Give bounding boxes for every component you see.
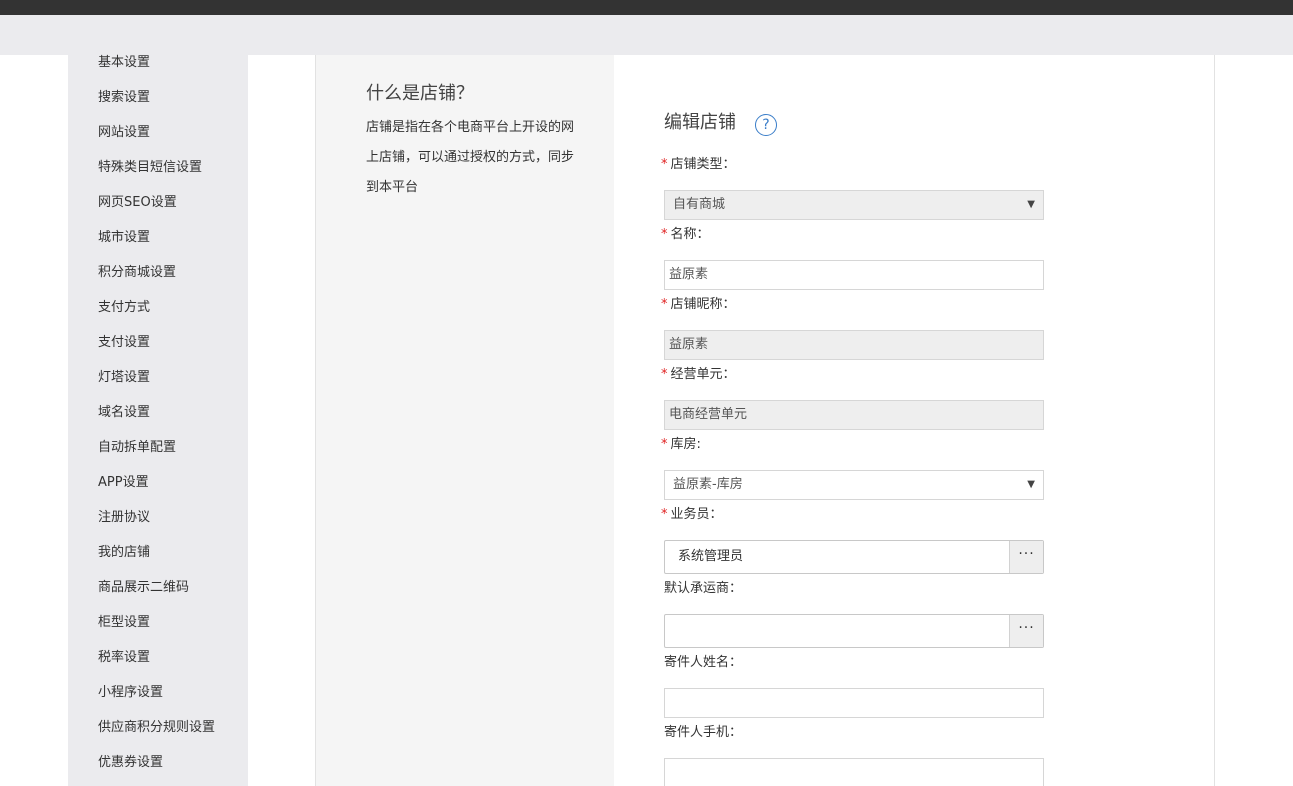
sidebar-item-city-settings[interactable]: 城市设置 [98, 228, 150, 248]
sidebar-item-seo-settings[interactable]: 网页SEO设置 [98, 193, 177, 213]
carrier-more-button[interactable]: ··· [1009, 615, 1043, 647]
sidebar-item-domain-settings[interactable]: 域名设置 [98, 403, 150, 423]
caret-down-icon: ▼ [1027, 479, 1035, 490]
top-navigation-bar [0, 0, 1293, 15]
required-mark: * [661, 507, 668, 522]
required-mark: * [661, 437, 668, 452]
sub-header-bar [0, 15, 1293, 55]
sidebar-item-mini-program[interactable]: 小程序设置 [98, 683, 163, 703]
sidebar-item-auto-split-order[interactable]: 自动拆单配置 [98, 438, 176, 458]
salesperson-label: * 业务员： [661, 507, 723, 522]
carrier-label: 默认承运商： [664, 581, 743, 596]
nickname-input[interactable]: 益原素 [664, 330, 1044, 360]
sidebar-item-registration-agreement[interactable]: 注册协议 [98, 508, 150, 528]
required-mark: * [661, 157, 668, 172]
sender-name-label: 寄件人姓名： [664, 655, 743, 670]
business-unit-input[interactable]: 电商经营单元 [664, 400, 1044, 430]
form-title: 编辑店铺 [664, 112, 736, 133]
required-mark: * [661, 227, 668, 242]
sidebar-item-website-settings[interactable]: 网站设置 [98, 123, 150, 143]
sender-phone-input[interactable] [664, 758, 1044, 786]
sender-phone-label: 寄件人手机： [664, 725, 743, 740]
salesperson-picker[interactable]: 系统管理员 ··· [664, 540, 1044, 574]
sender-name-input[interactable] [664, 688, 1044, 718]
sidebar-item-payment-methods[interactable]: 支付方式 [98, 298, 150, 318]
name-label: * 名称： [661, 227, 710, 242]
sidebar-item-payment-settings[interactable]: 支付设置 [98, 333, 150, 353]
caret-down-icon: ▼ [1027, 199, 1035, 210]
required-mark: * [661, 297, 668, 312]
sidebar-item-basic-settings[interactable]: 基本设置 [98, 53, 150, 73]
sidebar-item-product-qrcode[interactable]: 商品展示二维码 [98, 578, 189, 598]
sidebar-item-coupon-settings[interactable]: 优惠券设置 [98, 753, 163, 773]
warehouse-label: * 库房: [661, 437, 701, 452]
help-panel: 什么是店铺？ 店铺是指在各个电商平台上开设的网上店铺，可以通过授权的方式，同步到… [316, 55, 614, 786]
business-unit-label: * 经营单元： [661, 367, 736, 382]
warehouse-select[interactable]: 益原素-库房 ▼ [664, 470, 1044, 500]
settings-sidebar: 基本设置 搜索设置 网站设置 特殊类目短信设置 网页SEO设置 城市设置 积分商… [68, 55, 248, 786]
sidebar-item-my-store[interactable]: 我的店铺 [98, 543, 150, 563]
help-title: 什么是店铺？ [366, 83, 474, 104]
sidebar-item-special-category-sms[interactable]: 特殊类目短信设置 [98, 158, 202, 178]
carrier-picker[interactable]: ··· [664, 614, 1044, 648]
question-circle-icon[interactable]: ? [755, 114, 777, 136]
nickname-label: * 店铺昵称： [661, 297, 736, 312]
help-description: 店铺是指在各个电商平台上开设的网上店铺，可以通过授权的方式，同步到本平台 [366, 120, 575, 195]
sidebar-item-cabinet-type[interactable]: 柜型设置 [98, 613, 150, 633]
salesperson-more-button[interactable]: ··· [1009, 541, 1043, 573]
sidebar-item-supplier-points-rules[interactable]: 供应商积分规则设置 [98, 718, 215, 738]
required-mark: * [661, 367, 668, 382]
store-type-select[interactable]: 自有商城 ▼ [664, 190, 1044, 220]
sidebar-item-search-settings[interactable]: 搜索设置 [98, 88, 150, 108]
sidebar-item-tax-rate[interactable]: 税率设置 [98, 648, 150, 668]
store-type-label: * 店铺类型： [661, 157, 736, 172]
salesperson-value: 系统管理员 [678, 549, 744, 564]
sidebar-item-lighthouse-settings[interactable]: 灯塔设置 [98, 368, 150, 388]
sidebar-item-points-mall-settings[interactable]: 积分商城设置 [98, 263, 176, 283]
name-input[interactable]: 益原素 [664, 260, 1044, 290]
sidebar-item-app-settings[interactable]: APP设置 [98, 473, 149, 493]
